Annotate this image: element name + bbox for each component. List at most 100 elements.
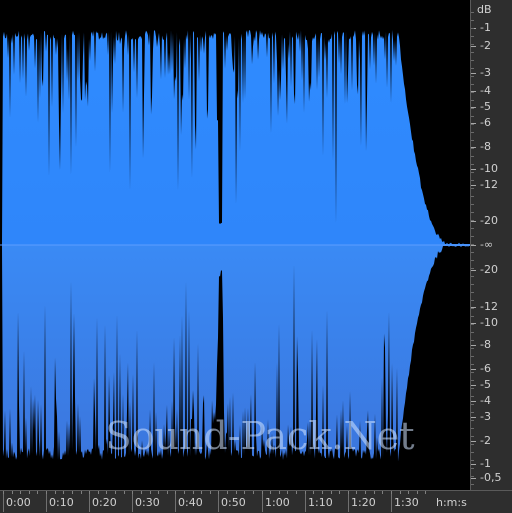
db-minor-tick [471,156,474,157]
time-minor-tick [313,491,314,494]
db-tick-label: -6 [480,116,491,129]
db-minor-tick [471,92,474,93]
time-tick-label: 1:00 [265,496,290,509]
db-minor-tick [471,100,474,101]
time-minor-tick [89,491,90,494]
time-minor-tick [262,491,263,494]
waveform-canvas[interactable] [0,0,470,490]
time-tick [89,491,90,512]
db-scale-ruler[interactable]: dB -1 -2 -3 -4 -5 -6 -8 -10 -12 -20 -∞ -20 -12 -10 -8 -… [470,0,512,490]
time-minor-tick [244,491,245,494]
time-minor-tick [12,491,13,494]
db-minor-tick [471,60,474,61]
db-minor-tick [471,164,474,165]
time-minor-tick [417,491,418,494]
db-tick [471,478,476,479]
db-tick-label: -8 [480,338,491,351]
time-minor-tick [55,491,56,494]
time-tick [3,491,4,512]
db-minor-tick [471,12,474,13]
time-minor-tick [210,491,211,494]
time-ruler[interactable]: h:m:s 0:00 0:10 0:20 0:30 0:40 0:50 1:00 1:10 1:… [0,490,512,513]
db-minor-tick [471,276,474,277]
db-tick-label: -10 [480,162,498,175]
time-tick [348,491,349,512]
time-minor-tick [218,491,219,494]
db-minor-tick [471,364,474,365]
db-minor-tick [471,388,474,389]
db-tick [471,169,476,170]
time-minor-tick [279,491,280,494]
db-minor-tick [471,380,474,381]
db-minor-tick [471,220,474,221]
time-minor-tick [201,491,202,494]
db-minor-tick [471,84,474,85]
db-minor-tick [471,324,474,325]
db-minor-tick [471,44,474,45]
db-tick-label: -12 [480,300,498,313]
time-minor-tick [184,491,185,494]
waveform-display[interactable] [0,0,470,490]
db-minor-tick [471,452,474,453]
db-tick-label: -1 [480,21,491,34]
db-minor-tick [471,268,474,269]
db-minor-tick [471,396,474,397]
time-minor-tick [63,491,64,494]
db-tick [471,46,476,47]
db-tick [471,345,476,346]
time-minor-tick [46,491,47,494]
db-minor-tick [471,420,474,421]
db-minor-tick [471,148,474,149]
time-minor-tick [167,491,168,494]
db-unit-label: dB [477,3,492,16]
db-minor-tick [471,212,474,213]
time-minor-tick [132,491,133,494]
db-minor-tick [471,236,474,237]
time-unit-label: h:m:s [436,496,467,509]
time-minor-tick [391,491,392,494]
waveform-right-channel [0,245,470,462]
db-minor-tick [471,404,474,405]
time-minor-tick [72,491,73,494]
time-tick-label: 0:20 [92,496,117,509]
db-minor-tick [471,436,474,437]
db-minor-tick [471,468,474,469]
time-minor-tick [331,491,332,494]
db-minor-tick [471,340,474,341]
time-minor-tick [236,491,237,494]
db-tick-label: -10 [480,316,498,329]
db-minor-tick [471,444,474,445]
time-minor-tick [322,491,323,494]
db-minor-tick [471,28,474,29]
audio-editor-waveform-view: Sound-Pack.Net dB -1 -2 -3 -4 -5 -6 -8 -10 -12 -2… [0,0,512,513]
db-minor-tick [471,412,474,413]
db-minor-tick [471,124,474,125]
db-minor-tick [471,300,474,301]
db-tick [471,417,476,418]
time-minor-tick [305,491,306,494]
db-tick-label: -5 [480,378,491,391]
waveform-bottom-shape [0,245,470,462]
db-minor-tick [471,244,474,245]
time-tick-label: 0:10 [49,496,74,509]
db-minor-tick [471,476,474,477]
time-minor-tick [141,491,142,494]
time-minor-tick [81,491,82,494]
db-minor-tick [471,132,474,133]
time-tick-label: 0:00 [6,496,31,509]
db-tick [471,464,476,465]
db-minor-tick [471,140,474,141]
time-minor-tick [98,491,99,494]
db-tick-label: -1 [480,457,491,470]
time-tick [391,491,392,512]
time-tick-label: 0:50 [221,496,246,509]
db-minor-tick [471,460,474,461]
time-minor-tick [253,491,254,494]
db-tick-label: -5 [480,100,491,113]
time-minor-tick [3,491,4,494]
db-minor-tick [471,228,474,229]
time-tick-label: 1:30 [394,496,419,509]
db-tick-label: -3 [480,66,491,79]
db-minor-tick [471,68,474,69]
db-tick-label: -8 [480,140,491,153]
